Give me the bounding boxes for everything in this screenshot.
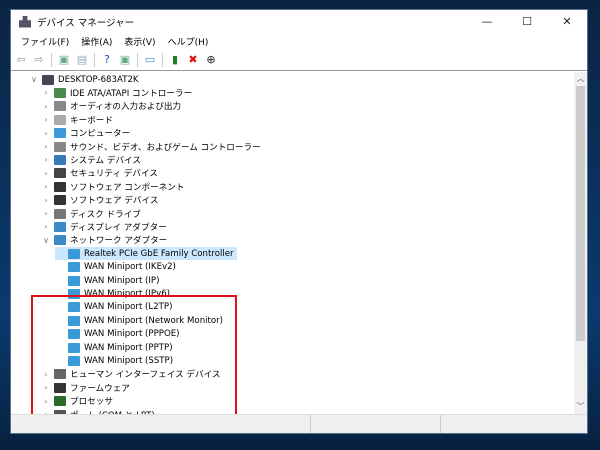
device-icon: [54, 181, 66, 192]
device-category[interactable]: › セキュリティ デバイス: [41, 167, 161, 180]
device-category[interactable]: › コンピューター: [41, 127, 133, 140]
tree-item-label: ディスク ドライブ: [70, 209, 141, 220]
device-icon: [54, 235, 66, 246]
scroll-down-icon[interactable]: ﹀: [574, 401, 587, 413]
tree-item-label: DESKTOP-683AT2K: [58, 74, 139, 85]
device-category[interactable]: › システム デバイス: [41, 153, 144, 166]
expand-chevron-icon[interactable]: ›: [41, 169, 51, 178]
details-icon[interactable]: ▤: [74, 52, 90, 68]
help-icon[interactable]: ?: [99, 52, 115, 68]
device-icon: [42, 74, 54, 85]
tree-item-label: WAN Miniport (IP): [84, 275, 160, 286]
tree-item-label: WAN Miniport (IKEv2): [84, 262, 176, 273]
expand-chevron-icon[interactable]: ›: [41, 155, 51, 164]
expand-chevron-icon[interactable]: ›: [41, 129, 51, 138]
expand-chevron-icon[interactable]: ›: [41, 182, 51, 191]
network-adapter-icon: [68, 248, 80, 259]
device-category[interactable]: › キーボード: [41, 113, 116, 126]
device-manager-window: デバイス マネージャー — ☐ ✕ ファイル(F) 操作(A) 表示(V) ヘルプ(H…: [10, 9, 588, 434]
toolbar: ⇦ ⇨ ▣ ▤? ▣ ▭ ▮ ✖ ⊕: [11, 49, 587, 71]
status-cell: [11, 415, 311, 433]
network-adapters-category[interactable]: ∨ ネットワーク アダプター: [41, 234, 170, 247]
monitor-scan-icon[interactable]: ▭: [142, 52, 158, 68]
device-category[interactable]: › オーディオの入力および出力: [41, 100, 184, 113]
device-category[interactable]: › ソフトウェア コンポーネント: [41, 180, 187, 193]
scroll-up-icon[interactable]: ︿: [574, 73, 587, 85]
title-bar: デバイス マネージャー — ☐ ✕: [11, 10, 587, 33]
device-icon: [54, 195, 66, 206]
update-driver-icon[interactable]: ⊕: [203, 52, 219, 68]
expand-chevron-icon[interactable]: ›: [41, 102, 51, 111]
device-tree: ∨ DESKTOP-683AT2K › IDE ATA/ATAPI コントローラー › オ…: [11, 72, 575, 414]
menu-item[interactable]: 表示(V): [118, 35, 161, 48]
back-arrow-icon[interactable]: ⇦: [13, 52, 29, 68]
network-adapter-item[interactable]: WAN Miniport (IP): [55, 274, 162, 287]
collapse-chevron-icon[interactable]: ∨: [41, 236, 51, 245]
toolbar-separator: [162, 52, 163, 67]
forward-arrow-icon[interactable]: ⇨: [31, 52, 47, 68]
device-icon: [54, 101, 66, 112]
close-button[interactable]: ✕: [547, 10, 587, 33]
device-icon: [54, 208, 66, 219]
menu-bar: ファイル(F) 操作(A) 表示(V) ヘルプ(H): [11, 33, 587, 49]
device-icon: [54, 141, 66, 152]
device-manager-icon: [19, 15, 31, 28]
device-category[interactable]: › ディスク ドライブ: [41, 207, 144, 220]
expand-chevron-icon[interactable]: ›: [41, 115, 51, 124]
toolbar-separator: [94, 52, 95, 67]
menu-item[interactable]: ファイル(F): [15, 35, 75, 48]
expand-chevron-icon[interactable]: ›: [41, 209, 51, 218]
tree-item-label: キーボード: [70, 115, 113, 126]
network-adapter-icon: [68, 275, 80, 286]
window-title: デバイス マネージャー: [37, 17, 135, 29]
expand-chevron-icon[interactable]: ›: [41, 196, 51, 205]
device-icon: [54, 221, 66, 232]
device-category[interactable]: › IDE ATA/ATAPI コントローラー: [41, 86, 195, 99]
tree-item-label: ディスプレイ アダプター: [70, 222, 167, 233]
expand-chevron-icon[interactable]: ›: [41, 88, 51, 97]
network-adapter-icon: [68, 262, 80, 273]
toolbar-separator: [51, 52, 52, 67]
menu-item[interactable]: ヘルプ(H): [162, 35, 215, 48]
tree-item-label: セキュリティ デバイス: [70, 169, 158, 180]
device-icon: [54, 154, 66, 165]
network-adapter-item[interactable]: Realtek PCIe GbE Family Controller: [55, 247, 237, 261]
device-category[interactable]: › サウンド、ビデオ、およびゲーム コントローラー: [41, 140, 264, 153]
tree-item-label: ソフトウェア コンポーネント: [70, 182, 185, 193]
expand-chevron-icon[interactable]: ›: [41, 142, 51, 151]
device-category[interactable]: › ディスプレイ アダプター: [41, 220, 170, 233]
device-icon: [54, 168, 66, 179]
vertical-scrollbar[interactable]: ︿ ﹀: [574, 72, 587, 414]
toolbar-separator: [137, 52, 138, 67]
add-driver-icon[interactable]: ▮: [167, 52, 183, 68]
tree-item-label: Realtek PCIe GbE Family Controller: [84, 248, 234, 259]
tree-item-label: システム デバイス: [70, 155, 141, 166]
status-bar: [11, 414, 587, 433]
scrollbar-thumb[interactable]: [576, 86, 585, 341]
tree-item-label: コンピューター: [70, 129, 131, 140]
maximize-button[interactable]: ☐: [507, 10, 547, 33]
collapse-chevron-icon[interactable]: ∨: [29, 75, 39, 84]
properties-icon[interactable]: ▣: [56, 52, 72, 68]
status-cell: [311, 415, 441, 433]
highlight-box: [31, 295, 237, 414]
minimize-button[interactable]: —: [467, 10, 507, 33]
tree-item-label: ソフトウェア デバイス: [70, 196, 159, 207]
device-icon: [54, 114, 66, 125]
computer-root-node[interactable]: ∨ DESKTOP-683AT2K: [29, 73, 142, 86]
menu-item[interactable]: 操作(A): [75, 35, 118, 48]
device-icon: [54, 87, 66, 98]
tree-item-label: サウンド、ビデオ、およびゲーム コントローラー: [70, 142, 261, 153]
tree-item-label: オーディオの入力および出力: [70, 102, 182, 113]
device-icon: [54, 128, 66, 139]
tree-item-label: IDE ATA/ATAPI コントローラー: [70, 88, 193, 99]
device-category[interactable]: › ソフトウェア デバイス: [41, 194, 161, 207]
uninstall-icon[interactable]: ✖: [185, 52, 201, 68]
view-icon[interactable]: ▣: [117, 52, 133, 68]
tree-item-label: ネットワーク アダプター: [70, 236, 168, 247]
expand-chevron-icon[interactable]: ›: [41, 222, 51, 231]
network-adapter-item[interactable]: WAN Miniport (IKEv2): [55, 261, 179, 274]
